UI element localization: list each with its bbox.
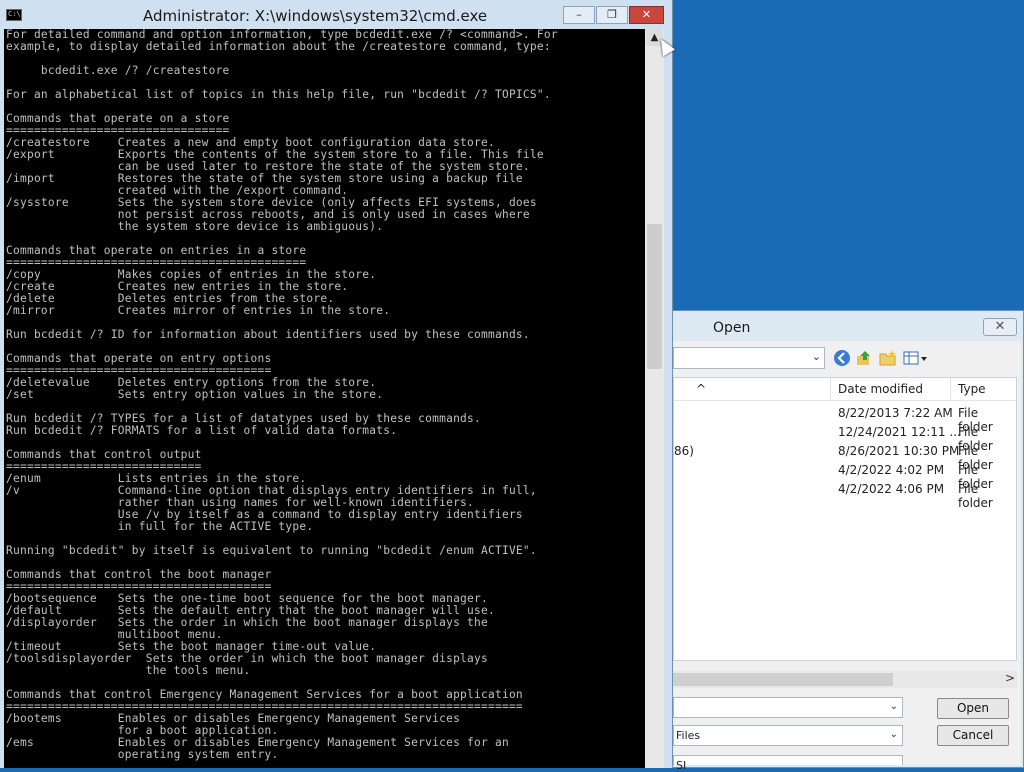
dialog-body: ⌄ ^ Date modified Type 8/22/2013 7:22 AM	[665, 341, 1021, 772]
console-line: the tools menu.	[6, 664, 251, 677]
file-row[interactable]: 86) 8/26/2021 10:30 PM File folder	[674, 442, 1016, 472]
chevron-down-icon[interactable]: ⌄	[890, 701, 898, 712]
file-row[interactable]: 4/2/2022 4:06 PM File folder	[674, 480, 1016, 510]
address-combo[interactable]: ⌄	[673, 347, 825, 369]
file-row[interactable]: 8/22/2013 7:22 AM File folder	[674, 404, 1016, 434]
scroll-right-icon[interactable]: >	[1005, 671, 1015, 685]
console-line: Run bcdedit /? FORMATS for a list of val…	[6, 424, 398, 437]
scrollbar-thumb[interactable]	[673, 673, 893, 686]
column-type[interactable]: Type	[958, 382, 986, 396]
new-folder-icon[interactable]	[879, 349, 897, 372]
dialog-close-button[interactable]: ✕	[983, 318, 1017, 336]
file-row[interactable]: 4/2/2022 4:02 PM File folder	[674, 461, 1016, 491]
chevron-down-icon[interactable]: ⌄	[812, 350, 821, 363]
close-button[interactable]: ✕	[629, 6, 664, 24]
cmd-titlebar[interactable]: C:\ Administrator: X:\windows\system32\c…	[0, 0, 672, 30]
console-line: /set Sets entry option values in the sto…	[6, 388, 384, 401]
filetype-combo[interactable]: Files ⌄	[673, 725, 903, 746]
up-folder-icon[interactable]	[855, 349, 873, 372]
cancel-button[interactable]: Cancel	[937, 725, 1009, 746]
console-line: operating system entry.	[6, 748, 279, 761]
chevron-down-icon[interactable]: ⌄	[890, 729, 898, 740]
console-line: the system store device is ambiguous).	[6, 220, 384, 233]
dialog-title: Open	[713, 320, 751, 336]
back-icon[interactable]	[833, 349, 851, 372]
console-line: example, to display detailed information…	[6, 40, 551, 53]
horizontal-scrollbar[interactable]: >	[673, 671, 1017, 688]
console-text: For detailed command and option informat…	[4, 29, 645, 761]
sort-caret-icon: ^	[696, 382, 707, 396]
view-menu-icon[interactable]	[903, 349, 929, 372]
console-line: in full for the ACTIVE type.	[6, 520, 314, 533]
open-dialog: Open ✕ ⌄ ^ Date modified Type 8/22/2013 …	[660, 310, 1024, 772]
console-line: Run bcdedit /? ID for information about …	[6, 328, 530, 341]
open-button[interactable]: Open	[937, 698, 1009, 719]
file-list-header: ^ Date modified Type	[674, 378, 1016, 401]
cmd-window: C:\ Administrator: X:\windows\system32\c…	[0, 0, 673, 768]
encoding-combo[interactable]: SI	[673, 755, 903, 772]
vertical-scrollbar[interactable]: ▲	[645, 29, 664, 768]
console-line: For an alphabetical list of topics in th…	[6, 88, 551, 101]
column-date-modified[interactable]: Date modified	[838, 382, 923, 396]
console-output[interactable]: For detailed command and option informat…	[4, 29, 645, 768]
restore-button[interactable]: ❐	[596, 6, 628, 24]
minimize-button[interactable]: –	[563, 6, 595, 24]
scrollbar-thumb[interactable]	[647, 224, 662, 369]
console-line: bcdedit.exe /? /createstore	[6, 64, 230, 77]
window-title: Administrator: X:\windows\system32\cmd.e…	[143, 7, 488, 25]
file-list: ^ Date modified Type 8/22/2013 7:22 AM F…	[673, 377, 1017, 661]
console-line: /mirror Creates mirror of entries in the…	[6, 304, 391, 317]
file-row[interactable]: 12/24/2021 12:11 ... File folder	[674, 423, 1016, 453]
console-line: Running "bcdedit" by itself is equivalen…	[6, 544, 537, 557]
cmd-app-icon[interactable]: C:\	[6, 9, 22, 21]
filename-combo[interactable]: ⌄	[673, 697, 903, 718]
